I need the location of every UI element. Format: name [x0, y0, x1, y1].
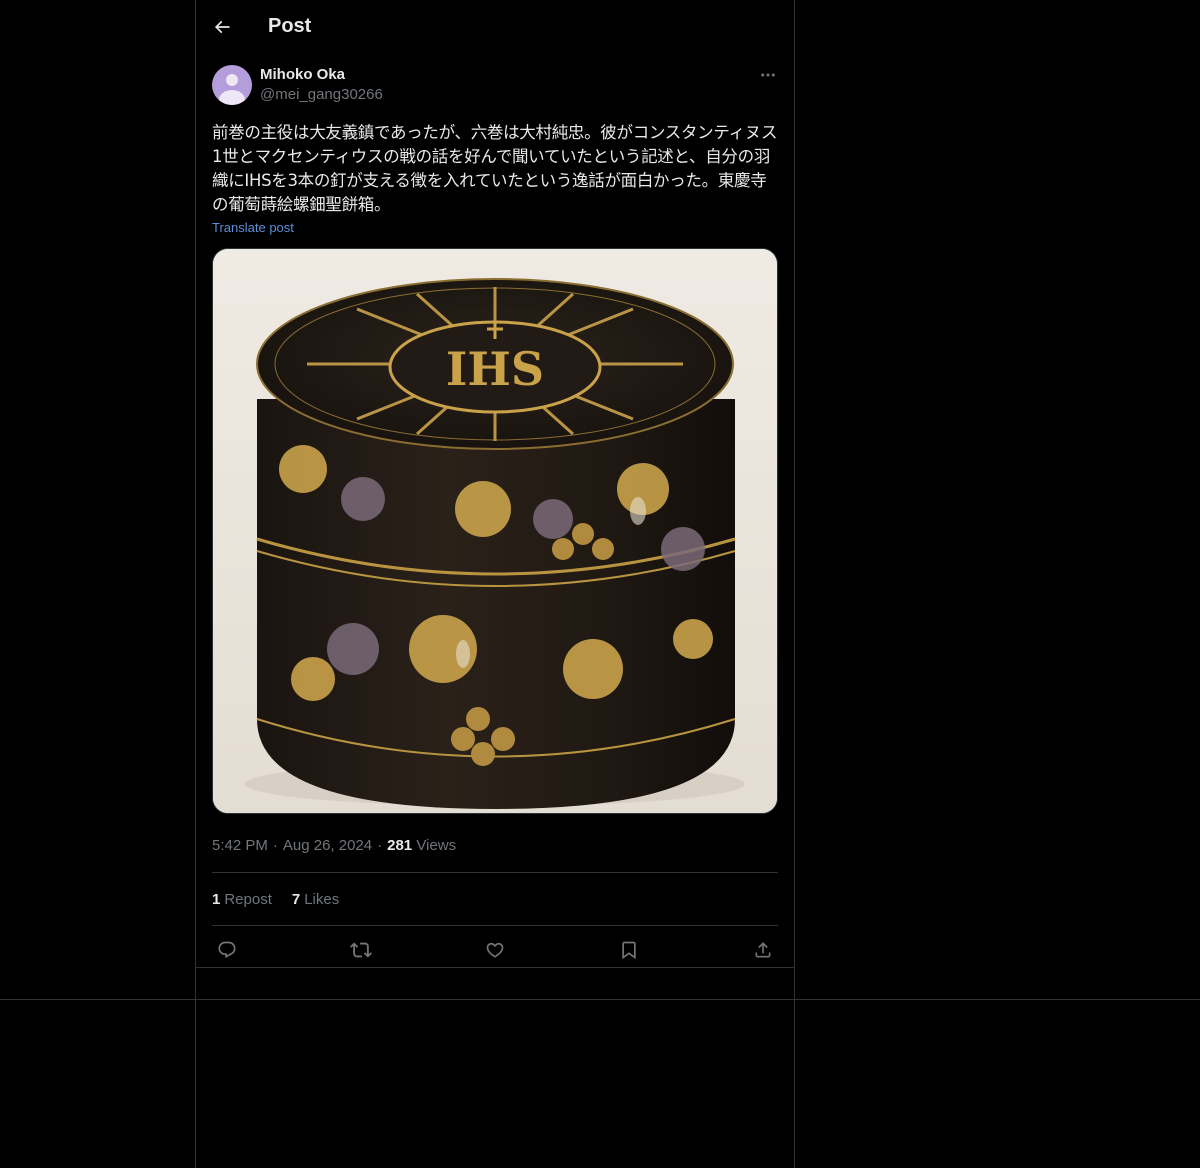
heart-icon — [486, 942, 504, 958]
column-border-right — [794, 0, 795, 1168]
post-text: 前巻の主役は大友義鎮であったが、六巻は大村純忠。彼がコンスタンティヌス1世とマク… — [212, 123, 778, 214]
author-display-name[interactable]: Mihoko Oka — [260, 65, 383, 85]
lacquer-box-image: IHS — [213, 249, 777, 813]
author-row: Mihoko Oka @mei_gang30266 — [212, 65, 778, 105]
avatar-body — [219, 90, 245, 105]
avatar[interactable] — [212, 65, 252, 105]
like-button[interactable] — [484, 939, 506, 961]
arrow-left-icon — [214, 20, 230, 33]
reply-icon — [218, 941, 236, 959]
reposts-label: Repost — [224, 890, 272, 908]
reposts-count: 1 — [212, 890, 221, 908]
post-stats: 1 Repost 7 Likes — [212, 873, 778, 925]
repost-button[interactable] — [350, 939, 372, 961]
post-image[interactable]: IHS — [212, 248, 778, 814]
likes-count: 7 — [291, 890, 301, 908]
header: Post — [196, 0, 794, 53]
translate-post-link[interactable]: Translate post — [212, 220, 294, 235]
repost-icon — [350, 942, 372, 958]
author-handle[interactable]: @mei_gang30266 — [260, 85, 383, 105]
likes-label: Likes — [304, 890, 340, 908]
post-bottom-border — [196, 967, 794, 968]
reply-button[interactable] — [216, 939, 238, 961]
bookmark-button[interactable] — [618, 939, 640, 961]
meta-separator: · — [377, 837, 383, 854]
meta-separator: · — [272, 837, 278, 854]
avatar-head — [226, 74, 238, 86]
author-names: Mihoko Oka @mei_gang30266 — [260, 65, 383, 105]
post-meta: 5:42 PM · Aug 26, 2024 · 281 Views — [212, 836, 778, 856]
reposts-stat[interactable]: 1 Repost — [212, 891, 272, 908]
ihs-inscription: IHS — [446, 342, 544, 396]
likes-stat[interactable]: 7 Likes — [292, 891, 339, 908]
post-date[interactable]: Aug 26, 2024 — [283, 837, 372, 854]
back-button[interactable] — [204, 9, 240, 45]
post: Mihoko Oka @mei_gang30266 前巻の主役は大友義鎮であった… — [196, 65, 794, 974]
share-button[interactable] — [752, 939, 774, 961]
more-button[interactable] — [758, 65, 778, 85]
share-icon — [755, 942, 771, 958]
page: Post Mihoko Oka @mei_gang30266 前巻の主役は大友義… — [0, 0, 1200, 1168]
bottom-divider — [0, 999, 1200, 1000]
page-title: Post — [268, 15, 312, 37]
views-label: Views — [416, 837, 457, 854]
more-horizontal-icon — [761, 73, 775, 77]
post-time[interactable]: 5:42 PM — [212, 837, 268, 854]
main-column: Post Mihoko Oka @mei_gang30266 前巻の主役は大友義… — [196, 0, 794, 974]
views-count: 281 — [387, 837, 413, 854]
bookmark-icon — [622, 941, 636, 960]
